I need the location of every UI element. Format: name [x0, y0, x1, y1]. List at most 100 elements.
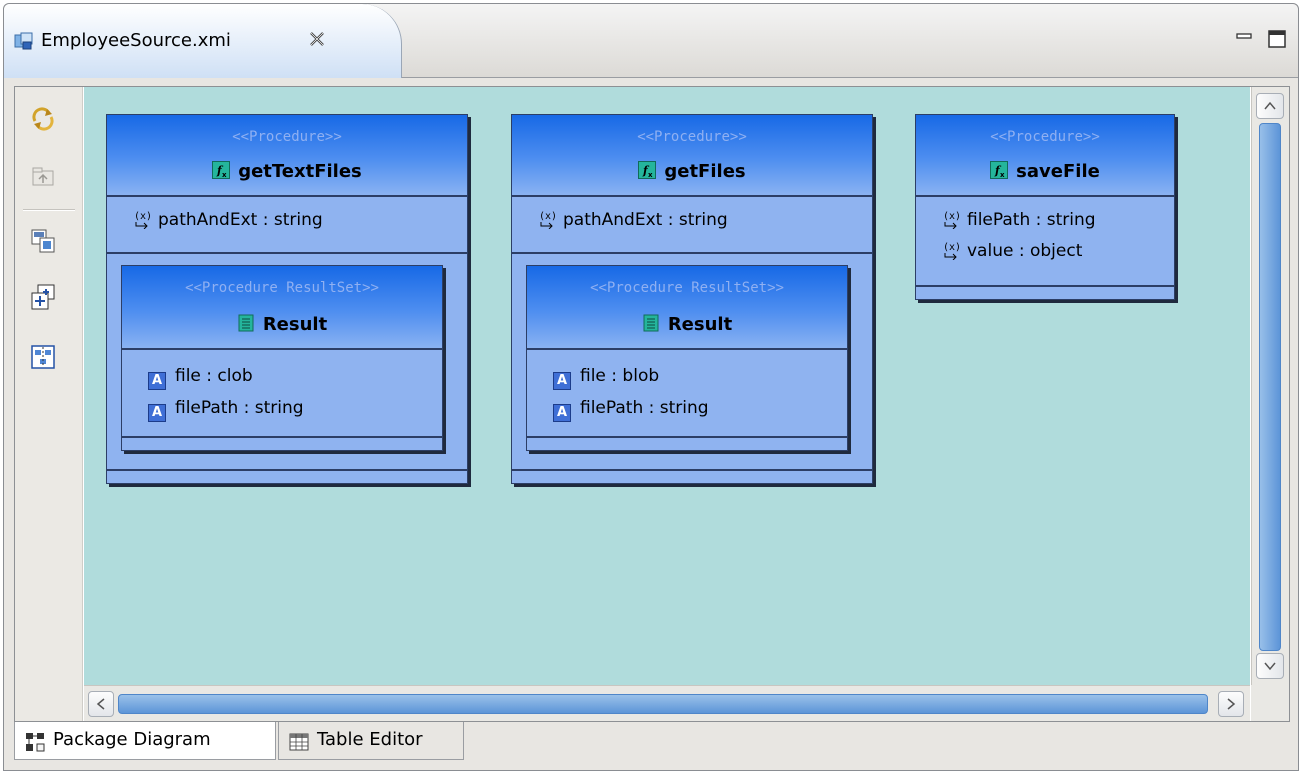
scroll-down-button[interactable]: [1256, 653, 1284, 679]
procedure-name: f x getFiles: [512, 161, 872, 182]
toolbar-separator: [23, 209, 75, 211]
go-up-icon[interactable]: [29, 163, 57, 191]
procedure-getFiles[interactable]: <<Procedure>> f x getFiles (x) pathAndExt :…: [511, 114, 873, 484]
scroll-left-button[interactable]: [88, 691, 114, 717]
procedure-stereotype: <<Procedure>>: [232, 129, 342, 145]
column-list: Afile : clob AfilePath : string: [122, 350, 442, 424]
diagram-canvas[interactable]: <<Procedure>> f x getTextFiles (x) pathAndE…: [84, 87, 1250, 685]
procedure-stereotype: <<Procedure>>: [990, 129, 1100, 145]
svg-text:(x): (x): [943, 242, 960, 253]
chevron-left-icon: [96, 698, 105, 710]
procedure-name: f x getTextFiles: [107, 161, 467, 182]
maximize-icon[interactable]: [1266, 28, 1288, 50]
procedure-name: f x saveFile: [916, 161, 1174, 182]
tab-table-editor[interactable]: Table Editor: [278, 722, 464, 760]
procedure-saveFile[interactable]: <<Procedure>> f x saveFile (x) filePath : s…: [915, 114, 1175, 300]
procedure-header: <<Procedure>> f x getTextFiles: [107, 115, 467, 197]
chevron-up-icon: [1264, 101, 1276, 110]
resultset-name: Result: [122, 314, 442, 335]
resultset-header: <<Procedure ResultSet>> Result: [527, 266, 847, 350]
minimize-icon[interactable]: [1234, 28, 1256, 50]
svg-text:x: x: [648, 171, 653, 179]
parameter-icon: (x): [134, 211, 151, 229]
column-icon: A: [553, 404, 571, 422]
parameter-text: filePath : string: [967, 210, 1096, 230]
procedure-stereotype: <<Procedure>>: [637, 129, 747, 145]
svg-text:x: x: [222, 171, 227, 179]
save-diagram-icon[interactable]: [29, 227, 57, 255]
auto-layout-icon[interactable]: [29, 343, 57, 371]
parameter-item[interactable]: (x) pathAndExt : string: [538, 205, 872, 236]
procedure-header: <<Procedure>> f x saveFile: [916, 115, 1174, 197]
function-icon: fx: [990, 161, 1009, 179]
table-icon: [289, 733, 309, 751]
parameter-list: (x) pathAndExt : string: [107, 197, 467, 236]
procedure-name-text: getFiles: [664, 161, 746, 182]
column-item[interactable]: AfilePath : string: [553, 392, 847, 424]
chevron-down-icon: [1264, 662, 1276, 671]
close-tab-icon[interactable]: [306, 29, 328, 51]
scrollbar-corner: [1251, 685, 1289, 721]
parameter-text: pathAndExt : string: [563, 210, 728, 230]
section-divider: [122, 436, 442, 438]
parameter-icon: (x): [943, 211, 960, 229]
column-item[interactable]: Afile : clob: [148, 360, 442, 392]
function-icon: fx: [638, 161, 657, 179]
parameter-text: pathAndExt : string: [158, 210, 323, 230]
section-divider: [527, 436, 847, 438]
resultset-stereotype: <<Procedure ResultSet>>: [185, 280, 379, 296]
editor-tab-title: EmployeeSource.xmi: [41, 30, 231, 51]
vertical-scrollbar[interactable]: [1251, 87, 1289, 685]
resultset-name: Result: [527, 314, 847, 335]
editor-window: EmployeeSource.xmi <<Procedure>> f x get…: [3, 3, 1299, 771]
column-icon: A: [553, 372, 571, 390]
section-divider: [512, 469, 872, 471]
tab-package-diagram[interactable]: Package Diagram: [14, 722, 276, 760]
resultset-getTextFiles[interactable]: <<Procedure ResultSet>> Result Afile : c…: [121, 265, 443, 451]
parameter-icon: (x): [943, 242, 960, 260]
column-text: file : clob: [175, 366, 253, 386]
tab-label: Package Diagram: [53, 729, 211, 750]
column-text: file : blob: [580, 366, 660, 386]
horizontal-scrollbar[interactable]: [84, 685, 1250, 721]
vertical-scroll-thumb[interactable]: [1259, 123, 1281, 651]
procedure-getTextFiles[interactable]: <<Procedure>> f x getTextFiles (x) pathAndE…: [106, 114, 468, 484]
scroll-right-button[interactable]: [1218, 691, 1244, 717]
parameter-list: (x) filePath : string (x) value : object: [916, 197, 1174, 267]
refresh-icon[interactable]: [29, 105, 57, 133]
column-text: filePath : string: [175, 398, 304, 418]
package-diagram-icon: [26, 733, 45, 752]
resultset-name-text: Result: [667, 314, 733, 335]
add-object-icon[interactable]: [29, 283, 57, 311]
parameter-icon: (x): [539, 211, 556, 229]
svg-text:(x): (x): [943, 211, 960, 222]
column-text: filePath : string: [580, 398, 709, 418]
parameter-list: (x) pathAndExt : string: [512, 197, 872, 236]
parameter-item[interactable]: (x) pathAndExt : string: [133, 205, 467, 236]
procedure-header: <<Procedure>> f x getFiles: [512, 115, 872, 197]
editor-content: <<Procedure>> f x getTextFiles (x) pathAndE…: [14, 86, 1290, 722]
resultset-getFiles[interactable]: <<Procedure ResultSet>> Result Afile : b…: [526, 265, 848, 451]
diagram-toolbar: [15, 87, 83, 721]
column-item[interactable]: Afile : blob: [553, 360, 847, 392]
scroll-up-button[interactable]: [1256, 93, 1284, 119]
column-icon: A: [148, 404, 166, 422]
parameter-item[interactable]: (x) value : object: [942, 236, 1174, 267]
column-item[interactable]: AfilePath : string: [148, 392, 442, 424]
resultset-header: <<Procedure ResultSet>> Result: [122, 266, 442, 350]
section-divider: [512, 252, 872, 254]
column-icon: A: [148, 372, 166, 390]
resultset-name-text: Result: [262, 314, 328, 335]
section-divider: [107, 252, 467, 254]
function-icon: fx: [212, 161, 231, 179]
horizontal-scroll-thumb[interactable]: [118, 694, 1208, 714]
parameter-text: value : object: [967, 241, 1083, 261]
chevron-right-icon: [1227, 698, 1236, 710]
editor-tab[interactable]: EmployeeSource.xmi: [4, 4, 402, 78]
procedure-name-text: saveFile: [1016, 161, 1100, 182]
section-divider: [107, 469, 467, 471]
parameter-item[interactable]: (x) filePath : string: [942, 205, 1174, 236]
resultset-icon: [238, 314, 254, 332]
editor-tab-strip: EmployeeSource.xmi: [4, 4, 1298, 78]
editor-page-tabs: Package Diagram Table Editor: [14, 722, 1290, 762]
